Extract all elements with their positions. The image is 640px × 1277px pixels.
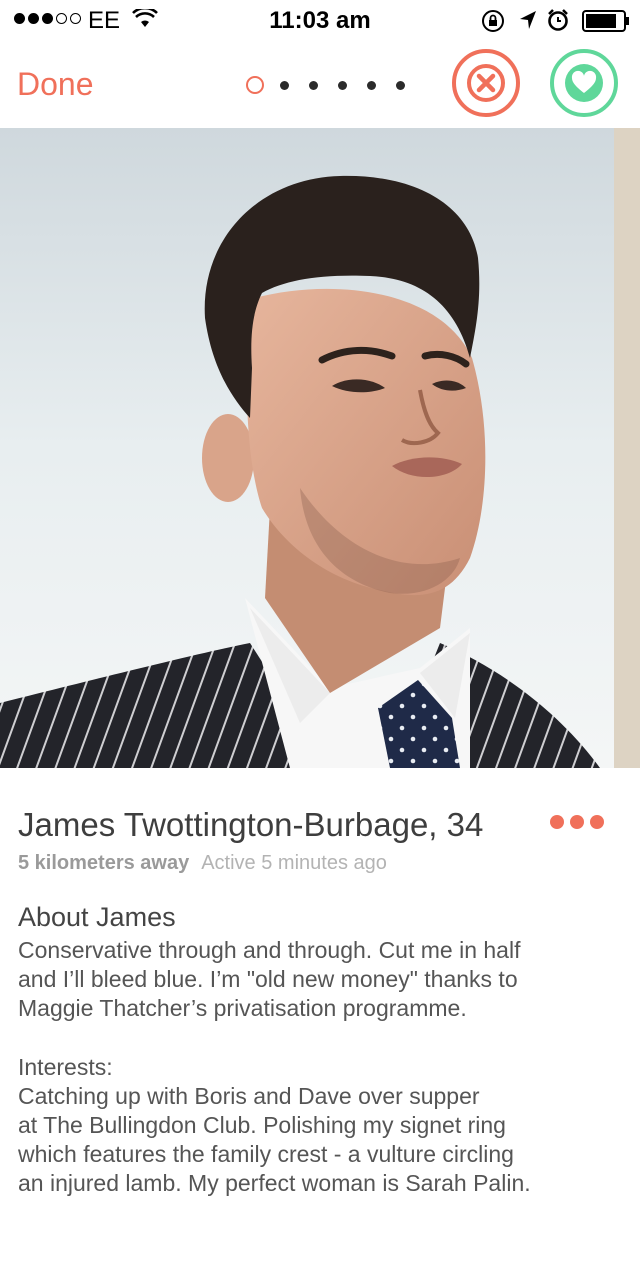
alarm-icon	[548, 9, 568, 31]
page-dot[interactable]	[280, 80, 289, 90]
profile-meta: 5 kilometers away Active 5 minutes ago	[18, 852, 387, 875]
more-options-icon[interactable]	[550, 815, 604, 829]
photo-page-indicator	[234, 76, 425, 94]
heart-icon	[565, 64, 603, 102]
location-arrow-icon	[520, 11, 536, 29]
like-button[interactable]	[550, 49, 618, 117]
status-bar: EE 11:03 am	[0, 0, 640, 40]
rotation-lock-icon	[482, 10, 504, 32]
about-heading: About James	[18, 902, 176, 932]
battery-icon	[582, 10, 629, 32]
status-time: 11:03 am	[269, 7, 371, 34]
interests-text: Catching up with Boris and Dave over sup…	[18, 1083, 531, 1196]
done-button[interactable]: Done	[17, 66, 94, 103]
page-dot[interactable]	[367, 80, 376, 90]
close-icon	[467, 64, 505, 102]
profile-name-age: James Twottington-Burbage, 34	[18, 806, 484, 843]
profile-details: James Twottington-Burbage, 34 5 kilomete…	[0, 768, 640, 1277]
nope-button[interactable]	[452, 49, 520, 117]
page-dot[interactable]	[396, 80, 405, 90]
page-dot[interactable]	[338, 80, 347, 90]
about-text: Conservative through and through. Cut me…	[18, 937, 521, 1021]
active-status: Active 5 minutes ago	[201, 852, 387, 874]
distance-label: 5 kilometers away	[18, 852, 190, 874]
profile-photo[interactable]	[0, 128, 640, 768]
page-dot-active[interactable]	[246, 76, 264, 94]
page-dot[interactable]	[309, 80, 318, 90]
nav-bar: Done	[0, 40, 640, 128]
interests-label: Interests:	[18, 1054, 113, 1080]
